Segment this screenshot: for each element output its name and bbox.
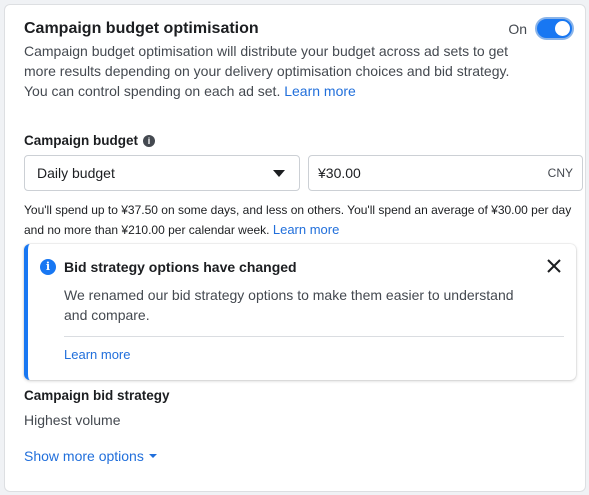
caret-down-icon: [273, 169, 285, 177]
notice-body: We renamed our bid strategy options to m…: [64, 287, 514, 323]
currency-label: CNY: [547, 166, 573, 180]
cbo-toggle[interactable]: [535, 17, 574, 40]
bid-strategy-label: Campaign bid strategy: [24, 388, 170, 403]
section-title: Campaign budget optimisation: [24, 20, 259, 37]
cbo-toggle-group: On: [508, 17, 574, 40]
spend-note: You'll spend up to ¥37.50 on some days, …: [24, 201, 584, 240]
toggle-label: On: [508, 20, 527, 37]
budget-amount-input[interactable]: ¥30.00 CNY: [308, 155, 583, 191]
budget-type-value: Daily budget: [37, 165, 115, 181]
close-icon-svg: [547, 259, 561, 273]
cbo-learn-more-link[interactable]: Learn more: [284, 83, 356, 99]
budget-type-select[interactable]: Daily budget: [24, 155, 300, 191]
notice-divider: [64, 336, 564, 337]
info-icon: i: [40, 259, 56, 275]
campaign-budget-card: Campaign budget optimisation On Campaign…: [4, 4, 586, 492]
show-more-label: Show more options: [24, 448, 144, 464]
spend-learn-more-link[interactable]: Learn more: [273, 222, 339, 237]
campaign-budget-label-text: Campaign budget: [24, 133, 138, 148]
cbo-description-text: Campaign budget optimisation will distri…: [24, 43, 510, 99]
caret-down-icon: [148, 454, 157, 458]
notice-title: Bid strategy options have changed: [64, 259, 297, 275]
bid-strategy-notice: i Bid strategy options have changed We r…: [24, 244, 576, 380]
cbo-description: Campaign budget optimisation will distri…: [24, 41, 514, 101]
show-more-options-link[interactable]: Show more options: [24, 448, 157, 464]
info-icon[interactable]: i: [143, 134, 155, 147]
campaign-budget-label: Campaign budget i: [24, 133, 155, 148]
close-icon[interactable]: [546, 258, 562, 274]
notice-learn-more-link[interactable]: Learn more: [64, 347, 130, 362]
bid-strategy-value: Highest volume: [24, 412, 121, 428]
budget-amount-value: ¥30.00: [318, 165, 361, 181]
toggle-knob: [555, 21, 570, 36]
